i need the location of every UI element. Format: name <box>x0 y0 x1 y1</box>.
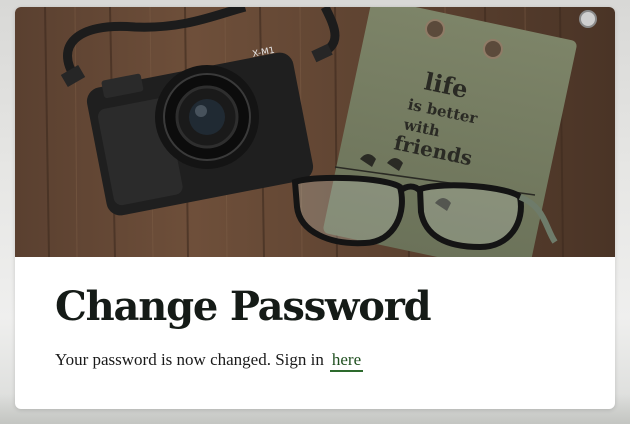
confirmation-text: Your password is now changed. Sign in <box>55 350 324 369</box>
hero-photo: X-M1 life is better with friends <box>15 7 615 257</box>
page-title: Change Password <box>55 283 432 330</box>
change-password-card: X-M1 life is better with friends Change <box>15 7 615 409</box>
confirmation-message: Your password is now changed. Sign in her… <box>55 349 595 372</box>
sign-in-link[interactable]: here <box>329 350 364 372</box>
card-content: Change Password Your password is now cha… <box>55 283 595 372</box>
